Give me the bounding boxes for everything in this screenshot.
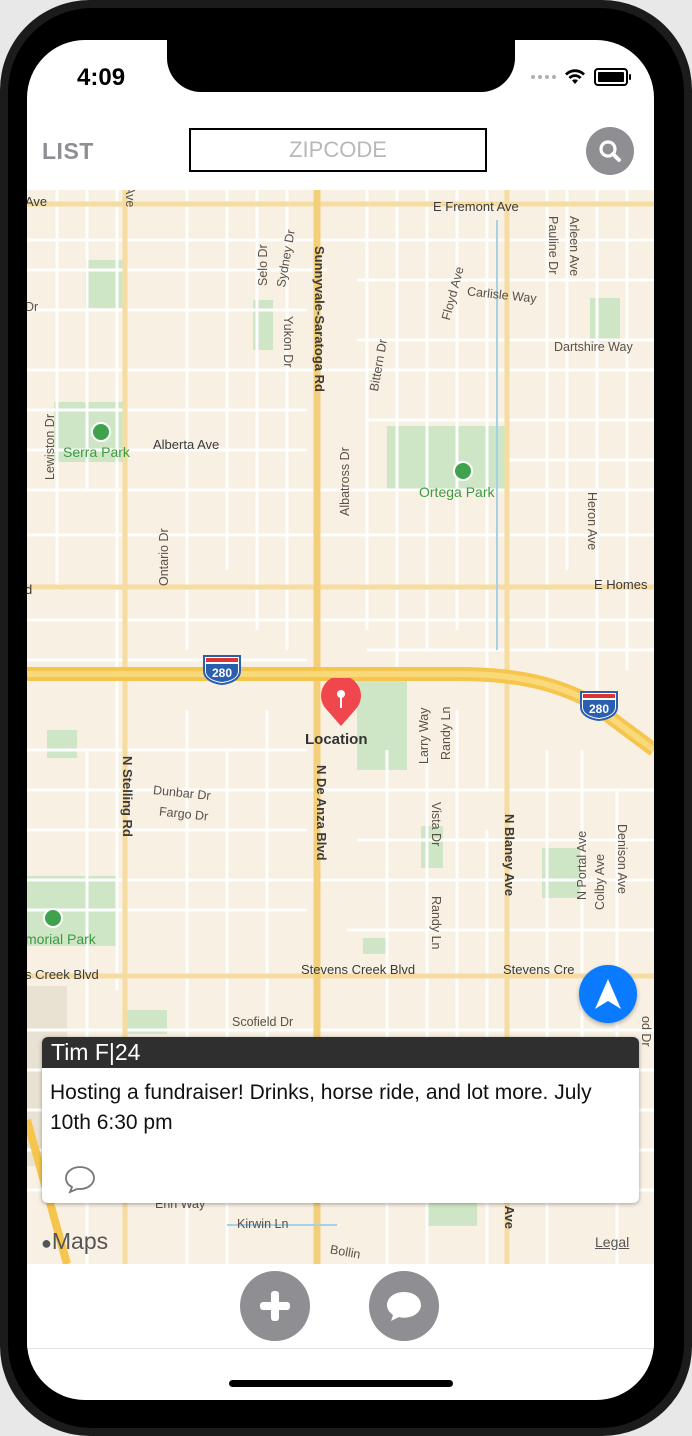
street-label: Albatross Dr (338, 447, 352, 516)
battery-icon (594, 68, 631, 86)
street-label: Dr (27, 300, 39, 314)
zipcode-input[interactable] (191, 130, 485, 170)
home-indicator[interactable] (229, 1380, 453, 1387)
event-card-header: Tim F|24 (42, 1037, 639, 1068)
event-card[interactable]: Tim F|24 Hosting a fundraiser! Drinks, h… (42, 1037, 639, 1203)
maps-attribution: ●Maps (41, 1228, 108, 1255)
street-label: Heron Ave (585, 492, 599, 551)
search-button[interactable] (586, 127, 634, 175)
street-label: Denison Ave (615, 824, 629, 894)
top-bar: LIST (27, 112, 654, 191)
street-label: Pauline Dr (546, 216, 560, 275)
location-arrow-icon (595, 979, 621, 1009)
bottom-bar (27, 1264, 654, 1348)
list-button[interactable]: LIST (42, 138, 94, 165)
street-label: Ontario Dr (157, 528, 171, 586)
street-label: Kirwin Ln (237, 1217, 289, 1231)
street-label: E Homes (594, 577, 648, 592)
screen: 4:09 LIST ZIPCODE Ave E Fremont Ave Carl… (27, 40, 654, 1400)
street-label: Larry Way (417, 707, 431, 765)
park-label: Serra Park (63, 444, 130, 460)
maps-attribution-text: Maps (51, 1228, 109, 1254)
street-label: N Stelling Rd (120, 756, 135, 837)
apple-logo-icon: ● (41, 1233, 52, 1253)
search-icon (599, 140, 621, 162)
location-pin-icon[interactable] (319, 678, 363, 728)
street-label: d (27, 582, 33, 597)
street-label: Stevens Cre (503, 962, 575, 977)
zipcode-field-wrapper (189, 128, 487, 172)
add-button[interactable] (240, 1271, 310, 1341)
highway-number: 280 (212, 666, 232, 680)
park-label: morial Park (27, 931, 96, 947)
street-label: N Blaney Ave (502, 814, 517, 897)
street-label: s Creek Blvd (27, 967, 99, 982)
street-label: N Portal Ave (575, 830, 589, 900)
street-label: Randy Ln (429, 896, 443, 950)
chat-button[interactable] (369, 1271, 439, 1341)
divider (27, 1348, 654, 1349)
status-time: 4:09 (77, 64, 126, 91)
street-label: Selo Dr (256, 244, 270, 286)
navigate-button[interactable] (579, 965, 637, 1023)
chat-bubble-icon (387, 1292, 421, 1321)
pin-label: Location (305, 731, 368, 748)
map-view[interactable]: Ave E Fremont Ave Carlisle Way Dartshire… (27, 190, 654, 1264)
signal-icon (531, 75, 556, 79)
street-label: Colby Ave (593, 853, 607, 910)
street-label: Yukon Dr (281, 316, 295, 368)
notch (167, 40, 515, 92)
street-label: Alberta Ave (153, 437, 220, 452)
street-label: od Dr (639, 1016, 653, 1047)
highway-number: 280 (589, 702, 609, 716)
street-label: Ave (27, 194, 48, 209)
street-label: Lewiston Dr (43, 414, 57, 480)
street-label: Dartshire Way (554, 340, 633, 354)
street-label: N De Anza Blvd (314, 765, 329, 861)
street-label: Sunnyvale-Saratoga Rd (312, 246, 327, 392)
plus-icon (260, 1291, 290, 1321)
highway-shield-icon: 280 (203, 655, 241, 685)
street-label: Stevens Creek Blvd (301, 962, 416, 977)
event-card-body: Hosting a fundraiser! Drinks, horse ride… (50, 1081, 592, 1134)
park-icon (43, 908, 63, 928)
street-label: Ave (123, 190, 137, 208)
comment-icon[interactable] (64, 1164, 96, 1194)
status-icons (531, 68, 631, 86)
street-label: Vista Dr (429, 802, 443, 847)
park-label: Ortega Park (419, 484, 495, 500)
street-label: Randy Ln (439, 706, 453, 760)
wifi-icon (565, 69, 585, 84)
street-label: E Fremont Ave (433, 199, 519, 214)
park-icon (453, 461, 473, 481)
street-label: Arleen Ave (567, 216, 581, 277)
street-label: Scofield Dr (232, 1015, 294, 1029)
park-icon (91, 422, 111, 442)
highway-shield-icon: 280 (580, 691, 618, 721)
legal-link[interactable]: Legal (595, 1234, 629, 1250)
